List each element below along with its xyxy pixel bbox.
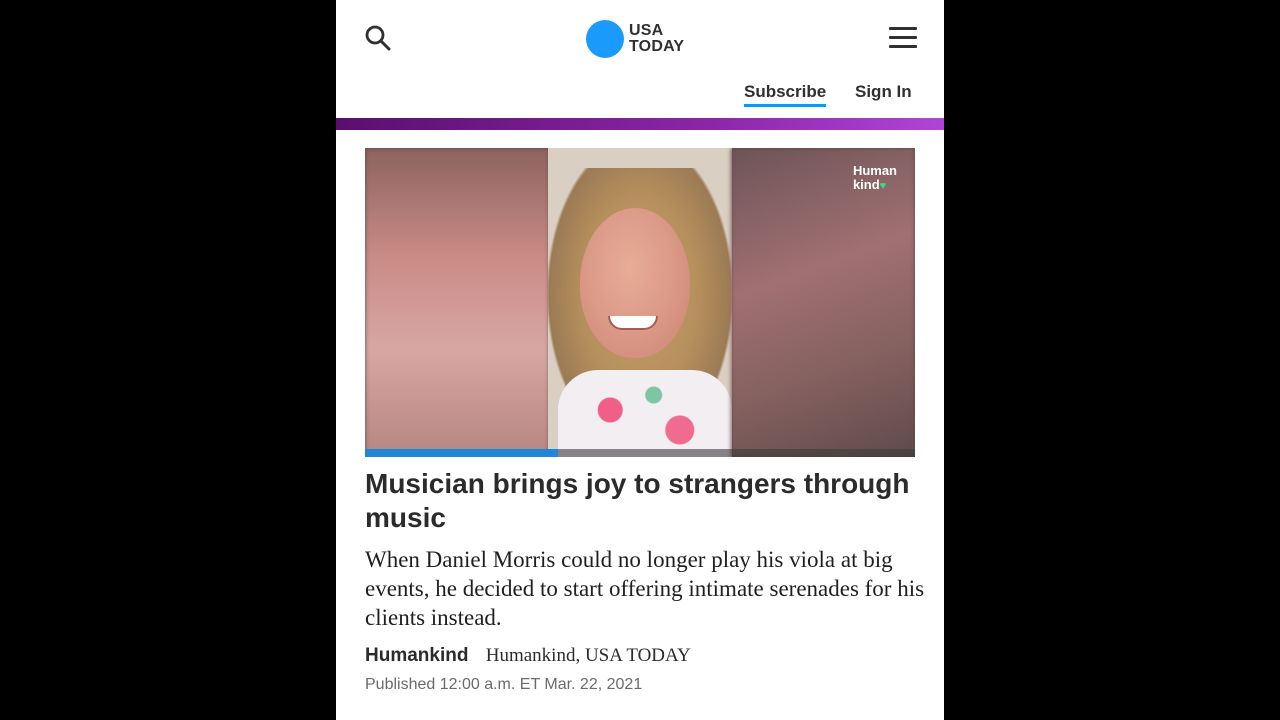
video-blurred-left xyxy=(365,148,549,457)
hamburger-menu-icon[interactable] xyxy=(889,27,917,49)
search-icon xyxy=(365,25,391,51)
video-progress-fill xyxy=(365,449,558,457)
byline: Humankind Humankind, USA TODAY xyxy=(365,645,691,667)
subscribe-link[interactable]: Subscribe xyxy=(744,82,827,107)
article-summary: When Daniel Morris could no longer play … xyxy=(365,547,925,630)
badge-line2: kind xyxy=(852,177,880,192)
logo-text: USA TODAY xyxy=(629,23,684,55)
byline-brand[interactable]: Humankind xyxy=(365,645,468,666)
published-date: Published 12:00 a.m. ET Mar. 22, 2021 xyxy=(365,676,643,693)
logo-text-line1: USA xyxy=(629,22,664,39)
byline-author: Humankind, USA TODAY xyxy=(485,645,691,666)
heart-icon: ♥ xyxy=(879,180,887,192)
usa-today-logo[interactable]: USA TODAY xyxy=(586,20,684,58)
badge-line1: Human xyxy=(852,163,897,178)
video-frame-woman xyxy=(548,148,732,457)
article-headline[interactable]: Musician brings joy to strangers through… xyxy=(365,467,925,535)
logo-dot xyxy=(586,20,624,58)
humankind-badge: Human kind♥ xyxy=(853,164,897,193)
video-blurred-right xyxy=(731,148,915,457)
sign-in-link[interactable]: Sign In xyxy=(855,82,912,102)
video-player[interactable]: Human kind♥ xyxy=(365,148,915,457)
accent-divider xyxy=(336,118,944,130)
search-button[interactable] xyxy=(364,24,392,52)
logo-text-line2: TODAY xyxy=(629,38,685,55)
